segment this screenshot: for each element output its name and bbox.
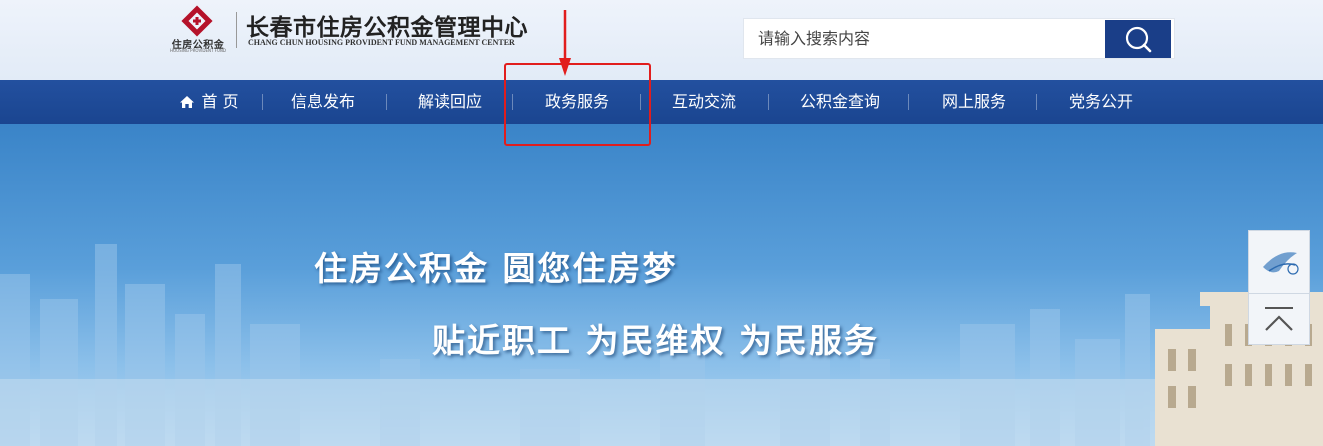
nav-item-info-release[interactable]: 信息发布 — [282, 80, 364, 124]
main-nav: 首 页 信息发布 解读回应 政务服务 互动交流 公积金查询 网上服务 党务公开 — [0, 80, 1323, 124]
search-button[interactable] — [1105, 20, 1171, 58]
banner-slogan-primary: 住房公积金 圆您住房梦 — [314, 249, 678, 288]
nav-separator — [512, 94, 513, 110]
nav-separator — [386, 94, 387, 110]
nav-separator — [262, 94, 263, 110]
header: 住房公积金 HOUSING PROVIDENT FUND 长春市住房公积金管理中… — [0, 0, 1323, 80]
chevron-up-icon — [1265, 307, 1293, 331]
nav-item-interpretation[interactable]: 解读回应 — [409, 80, 491, 124]
nav-separator — [1036, 94, 1037, 110]
nav-item-interaction[interactable]: 互动交流 — [663, 80, 745, 124]
side-float-panel — [1248, 230, 1310, 345]
gov-badge-button[interactable] — [1249, 231, 1309, 291]
site-subtitle: CHANG CHUN HOUSING PROVIDENT FUND MANAGE… — [248, 38, 515, 47]
nav-item-fund-query[interactable]: 公积金查询 — [790, 80, 890, 124]
home-icon — [180, 96, 195, 108]
gov-badge-icon — [1263, 252, 1299, 275]
nav-item-online-services[interactable]: 网上服务 — [933, 80, 1015, 124]
hero-banner: 住房公积金 圆您住房梦 贴近职工 为民维权 为民服务 — [0, 124, 1323, 446]
logo-divider — [236, 12, 237, 48]
banner-slogan-secondary: 贴近职工 为民维权 为民服务 — [432, 321, 879, 360]
search-box — [743, 18, 1175, 59]
nav-separator — [908, 94, 909, 110]
back-to-top-button[interactable] — [1249, 293, 1309, 346]
logo-subtext: HOUSING PROVIDENT FUND — [170, 48, 226, 53]
nav-item-home[interactable]: 首 页 — [176, 80, 242, 124]
nav-item-party-affairs[interactable]: 党务公开 — [1060, 80, 1142, 124]
nav-separator — [640, 94, 641, 110]
search-input[interactable] — [750, 19, 1116, 58]
nav-item-government-services[interactable]: 政务服务 — [536, 80, 618, 124]
search-icon — [1125, 26, 1152, 53]
site-title[interactable]: 长春市住房公积金管理中心 — [246, 8, 528, 42]
nav-home-label: 首 页 — [201, 92, 239, 111]
red-arrow-icon — [559, 10, 571, 76]
nav-separator — [768, 94, 769, 110]
